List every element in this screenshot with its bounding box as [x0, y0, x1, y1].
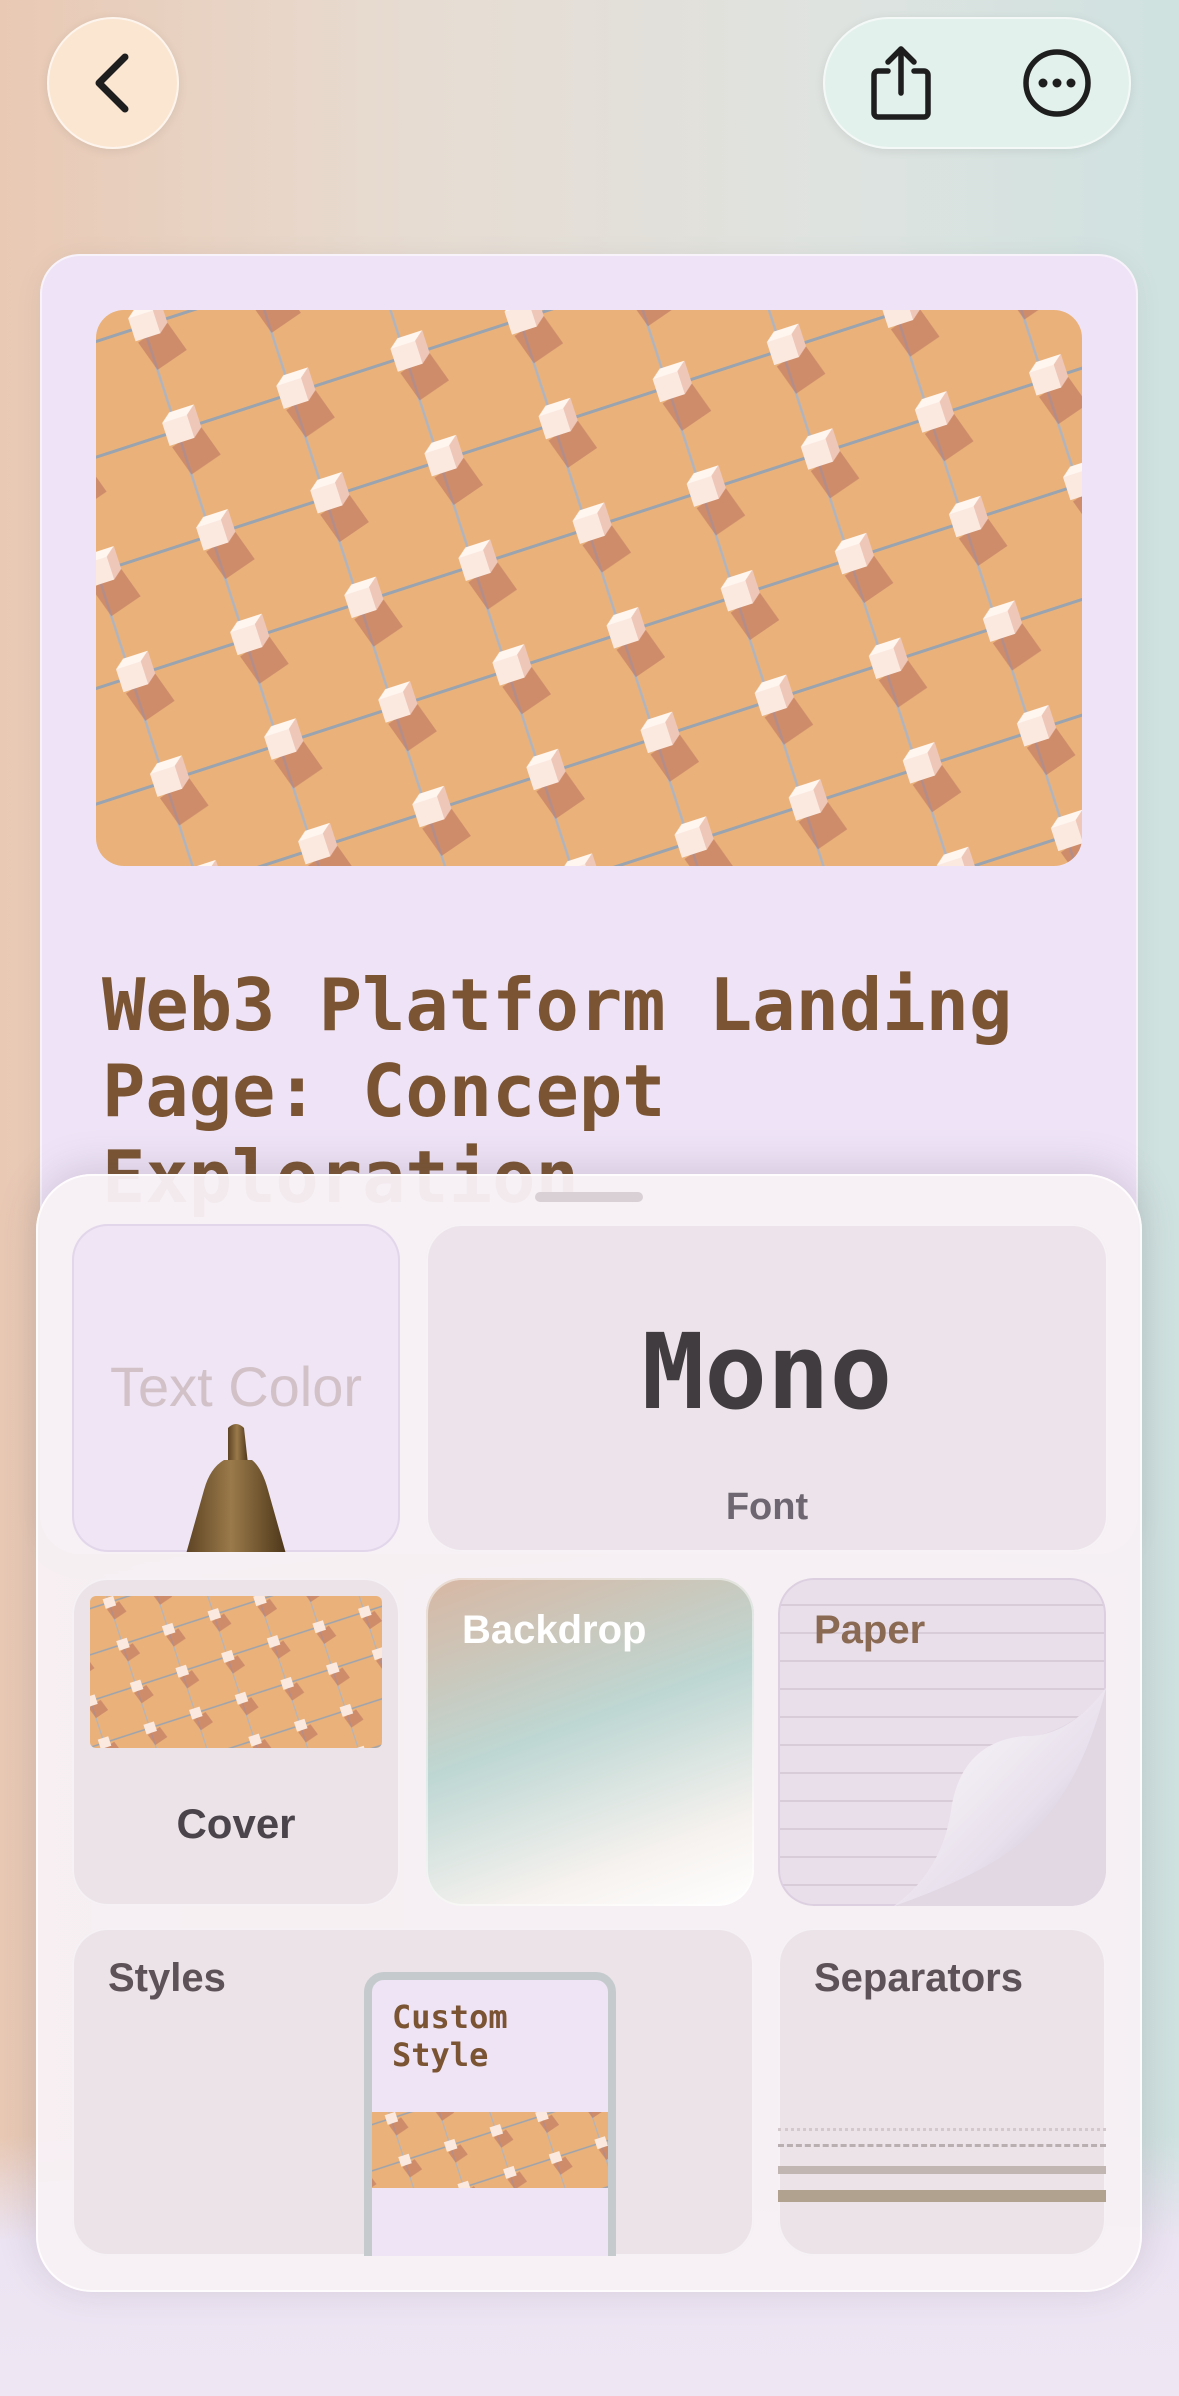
styles-tile[interactable]: Styles Custom Style [72, 1928, 754, 2256]
custom-style-cover [372, 2112, 608, 2188]
sheet-grabber[interactable] [535, 1192, 643, 1202]
backdrop-tile[interactable]: Backdrop [426, 1578, 754, 1906]
cover-image [96, 310, 1082, 866]
separator-dashed [778, 2144, 1106, 2147]
cover-label: Cover [176, 1800, 296, 1847]
styles-label: Styles [108, 1956, 226, 2000]
cover-thumbnail [90, 1596, 382, 1748]
ellipsis-circle-icon [1023, 49, 1091, 117]
style-card-custom: Custom Style [364, 1972, 616, 2256]
backdrop-label: Backdrop [462, 1608, 647, 1652]
font-label: Font [725, 1486, 809, 1528]
share-button[interactable] [835, 17, 967, 149]
separators-label: Separators [814, 1956, 1023, 2000]
action-group [823, 17, 1131, 149]
paper-tile[interactable]: Paper [778, 1578, 1106, 1906]
separator-thin [778, 2166, 1106, 2174]
text-color-label: Text Color [109, 1355, 363, 1418]
back-button[interactable] [47, 17, 179, 149]
page-curl-icon [894, 1688, 1106, 1906]
separator-dotted [778, 2128, 1106, 2131]
separator-thick [778, 2190, 1106, 2202]
chevron-left-icon [95, 53, 129, 113]
font-name: Mono [641, 1311, 893, 1433]
text-color-tile[interactable]: Text Color [72, 1224, 400, 1552]
style-sheet: Text Color Mono Font Cover Backdrop Pape… [36, 1174, 1142, 2292]
marker-pen-icon [186, 1424, 286, 1552]
share-icon [871, 46, 931, 120]
separators-tile[interactable]: Separators [778, 1928, 1106, 2256]
font-tile[interactable]: Mono Font [426, 1224, 1108, 1552]
more-button[interactable] [991, 17, 1123, 149]
cover-tile[interactable]: Cover [72, 1578, 400, 1906]
custom-style-label: Custom Style [392, 1998, 508, 2074]
